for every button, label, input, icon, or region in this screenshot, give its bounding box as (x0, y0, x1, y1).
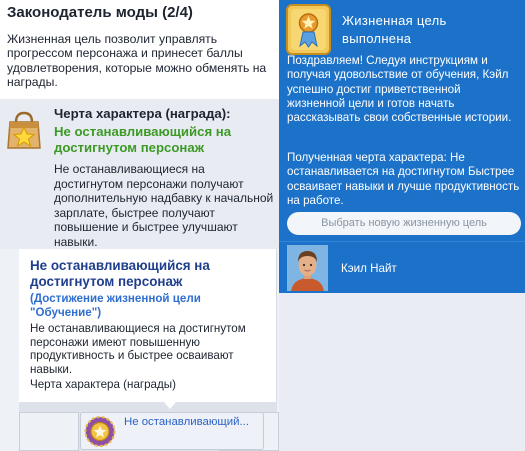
aspiration-header: Законодатель моды (2/4) Жизненная цель п… (0, 0, 279, 99)
reward-heading: Черта характера (награда): (54, 106, 231, 121)
notification-title: Жизненная цель выполнена (342, 13, 447, 46)
reward-description: Не останавливающиеся на достигнутом перс… (54, 162, 274, 249)
tooltip-subtitle: (Достижение жизненной цели "Обучение") (30, 292, 201, 319)
aspiration-complete-notification: Жизненная цель выполнена Поздравляем! Сл… (279, 0, 525, 293)
tooltip-type: Черта характера (награды) (30, 378, 176, 391)
trait-slot-label: Не останавливающий... (124, 416, 249, 428)
choose-new-aspiration-button[interactable]: Выбрать новую жизненную цель (287, 212, 521, 235)
notification-message: Поздравляем! Следуя инструкциям и получа… (287, 54, 512, 125)
trait-tooltip: Не останавливающийся на достигнутом перс… (19, 249, 277, 402)
empty-trait-slot[interactable] (19, 412, 79, 451)
aspiration-description: Жизненная цель позволит управлять прогре… (7, 32, 267, 90)
tooltip-title: Не останавливающийся на достигнутом перс… (30, 258, 210, 289)
divider (279, 241, 525, 242)
tooltip-pointer (164, 402, 176, 409)
avatar[interactable] (287, 245, 328, 291)
medal-icon (84, 416, 116, 447)
aspiration-panel: Законодатель моды (2/4) Жизненная цель п… (0, 0, 279, 451)
reward-bag-icon (7, 111, 41, 149)
aspiration-badge-icon (286, 4, 331, 55)
sim-name: Кэил Найт (341, 262, 397, 275)
tooltip-description: Не останавливающиеся на достигнутом перс… (30, 322, 246, 376)
reward-trait-name[interactable]: Не останавливающийся на достигнутом перс… (54, 124, 276, 155)
aspiration-title: Законодатель моды (2/4) (7, 4, 193, 21)
notification-reward-text: Полученная черта характера: Не останавли… (287, 151, 520, 207)
